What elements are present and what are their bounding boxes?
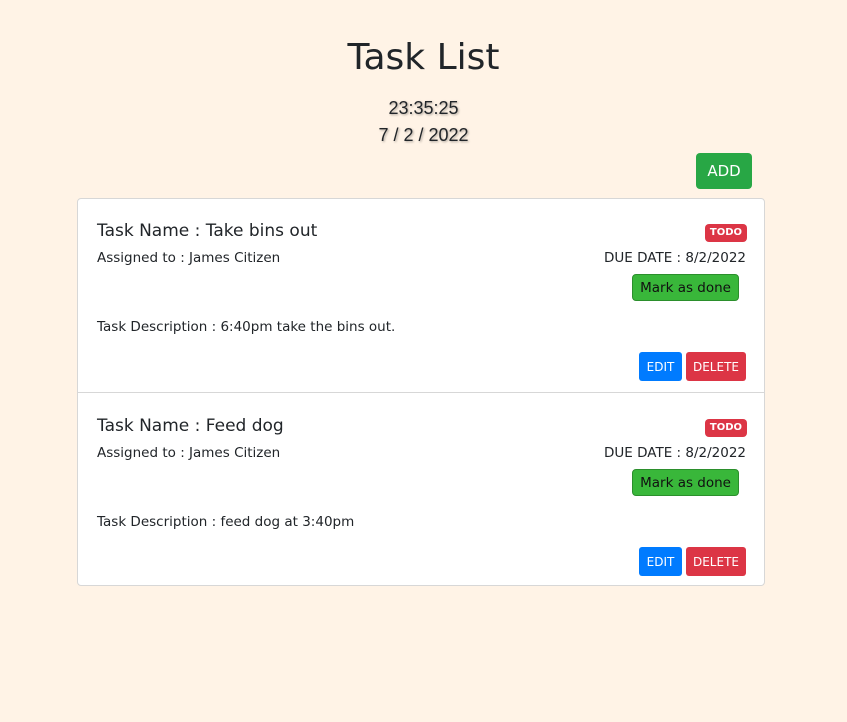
delete-task-button[interactable]: DELETE (686, 547, 746, 576)
task-name: Task Name : Feed dog (97, 416, 284, 436)
task-name: Task Name : Take bins out (97, 221, 318, 241)
task-list: Task Name : Take bins out TODO Assigned … (77, 198, 765, 586)
task-due-date: DUE DATE : 8/2/2022 (604, 250, 746, 266)
mark-as-done-button[interactable]: Mark as done (632, 274, 739, 301)
task-assignee: Assigned to : James Citizen (97, 445, 281, 461)
task-card: Task Name : Feed dog TODO Assigned to : … (78, 394, 764, 588)
mark-as-done-button[interactable]: Mark as done (632, 469, 739, 496)
task-assignee: Assigned to : James Citizen (97, 250, 281, 266)
edit-task-button[interactable]: EDIT (639, 547, 682, 576)
task-description: Task Description : 6:40pm take the bins … (97, 319, 396, 335)
task-due-date: DUE DATE : 8/2/2022 (604, 445, 746, 461)
task-card: Task Name : Take bins out TODO Assigned … (78, 199, 764, 393)
status-badge: TODO (704, 224, 747, 242)
task-description: Task Description : feed dog at 3:40pm (97, 514, 355, 530)
edit-task-button[interactable]: EDIT (639, 352, 682, 381)
page-title: Task List (347, 37, 500, 78)
add-task-button[interactable]: ADD (696, 153, 752, 189)
clock-time: 23:35:25 (388, 98, 459, 118)
current-date: 7 / 2 / 2022 (378, 125, 469, 145)
delete-task-button[interactable]: DELETE (686, 352, 746, 381)
status-badge: TODO (704, 419, 747, 437)
